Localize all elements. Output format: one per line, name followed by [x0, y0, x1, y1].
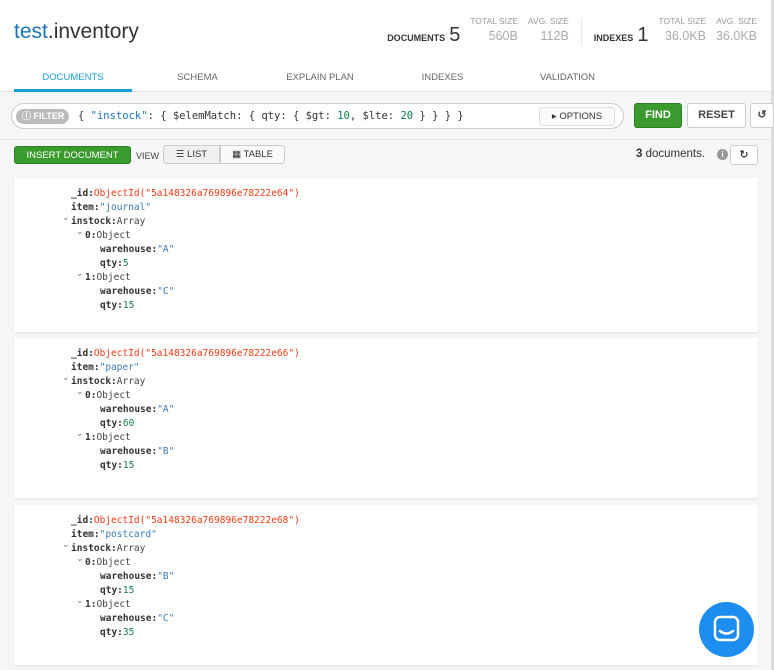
chat-icon[interactable] — [699, 602, 754, 657]
options-button[interactable]: ▸ OPTIONS — [539, 107, 615, 126]
document-card[interactable]: _id:ObjectId("5a148326a769896e78222e68")… — [14, 505, 758, 665]
document-field: item:"postcard" — [71, 529, 157, 540]
document-field: qty:15 — [100, 300, 135, 311]
document-field: 1:Object — [85, 599, 131, 610]
query-bar: ⓘ FILTER { "instock": { $elemMatch: { qt… — [0, 92, 774, 140]
documents-toolbar: INSERT DOCUMENT VIEW ☰ LIST ▦ TABLE 3 do… — [0, 140, 771, 172]
document-field: 1:Object — [85, 432, 131, 443]
chevron-down-icon[interactable]: ⌄ — [76, 386, 84, 397]
document-field: warehouse:"C" — [100, 613, 175, 624]
tab-indexes[interactable]: INDEXES — [405, 72, 480, 92]
document-field: qty:5 — [100, 258, 129, 269]
collection-title: test.inventory — [14, 20, 139, 43]
indexes-count: 1 — [637, 24, 649, 46]
document-card[interactable]: _id:ObjectId("5a148326a769896e78222e64")… — [14, 178, 758, 332]
document-field: 0:Object — [85, 230, 131, 241]
filter-input[interactable]: ⓘ FILTER { "instock": { $elemMatch: { qt… — [11, 103, 624, 129]
insert-document-button[interactable]: INSERT DOCUMENT — [14, 146, 131, 164]
table-icon: ▦ — [232, 149, 242, 160]
document-card[interactable]: _id:ObjectId("5a148326a769896e78222e66")… — [14, 338, 758, 498]
tab-validation[interactable]: VALIDATION — [525, 72, 610, 92]
chevron-down-icon[interactable]: ⌄ — [76, 553, 84, 564]
filter-label: ⓘ FILTER — [16, 109, 69, 124]
document-field: warehouse:"A" — [100, 244, 175, 255]
tab-schema[interactable]: SCHEMA — [160, 72, 235, 92]
view-list-button[interactable]: ☰ LIST — [163, 145, 220, 164]
view-table-button[interactable]: ▦ TABLE — [220, 145, 285, 164]
document-field: warehouse:"C" — [100, 286, 175, 297]
history-icon[interactable]: ↺ — [750, 103, 774, 128]
chevron-down-icon[interactable]: ⌄ — [76, 268, 84, 279]
find-button[interactable]: FIND — [634, 103, 682, 128]
collection-header: test.inventory DOCUMENTS 5 TOTAL SIZE 560B… — [0, 0, 771, 92]
tab-bar: DOCUMENTS SCHEMA EXPLAIN PLAN INDEXES VA… — [0, 70, 771, 92]
reset-button[interactable]: RESET — [687, 103, 746, 128]
info-icon[interactable]: i — [717, 149, 728, 160]
document-field: _id:ObjectId("5a148326a769896e78222e66") — [71, 348, 300, 359]
chevron-down-icon[interactable]: ⌄ — [62, 372, 70, 383]
tab-explain-plan[interactable]: EXPLAIN PLAN — [270, 72, 370, 92]
document-field: qty:35 — [100, 627, 135, 638]
document-field: 1:Object — [85, 272, 131, 283]
chevron-down-icon[interactable]: ⌄ — [76, 226, 84, 237]
document-field: item:"paper" — [71, 362, 140, 373]
chevron-down-icon[interactable]: ⌄ — [62, 212, 70, 223]
document-field: qty:15 — [100, 585, 135, 596]
document-field: item:"journal" — [71, 202, 152, 213]
document-field: _id:ObjectId("5a148326a769896e78222e64") — [71, 188, 300, 199]
document-field: _id:ObjectId("5a148326a769896e78222e68") — [71, 515, 300, 526]
document-field: 0:Object — [85, 390, 131, 401]
chevron-down-icon[interactable]: ⌄ — [62, 539, 70, 550]
collection-stats: DOCUMENTS 5 TOTAL SIZE 560B AVG. SIZE 112B … — [387, 16, 757, 46]
document-count: 3 documents. — [636, 148, 706, 160]
document-field: warehouse:"B" — [100, 571, 175, 582]
filter-query: { "instock": { $elemMatch: { qty: { $gt:… — [78, 110, 464, 122]
list-icon: ☰ — [175, 149, 185, 160]
document-field: warehouse:"B" — [100, 446, 175, 457]
document-field: 0:Object — [85, 557, 131, 568]
chevron-down-icon[interactable]: ⌄ — [76, 595, 84, 606]
documents-count: 5 — [449, 24, 461, 46]
document-field: qty:60 — [100, 418, 135, 429]
divider — [580, 18, 582, 46]
chevron-down-icon[interactable]: ⌄ — [76, 428, 84, 439]
document-field: warehouse:"A" — [100, 404, 175, 415]
caret-right-icon: ▸ — [551, 111, 557, 122]
tab-documents[interactable]: DOCUMENTS — [14, 72, 132, 92]
refresh-icon[interactable]: ↻ — [730, 145, 758, 165]
info-icon: ⓘ — [22, 111, 32, 121]
document-field: qty:15 — [100, 460, 135, 471]
